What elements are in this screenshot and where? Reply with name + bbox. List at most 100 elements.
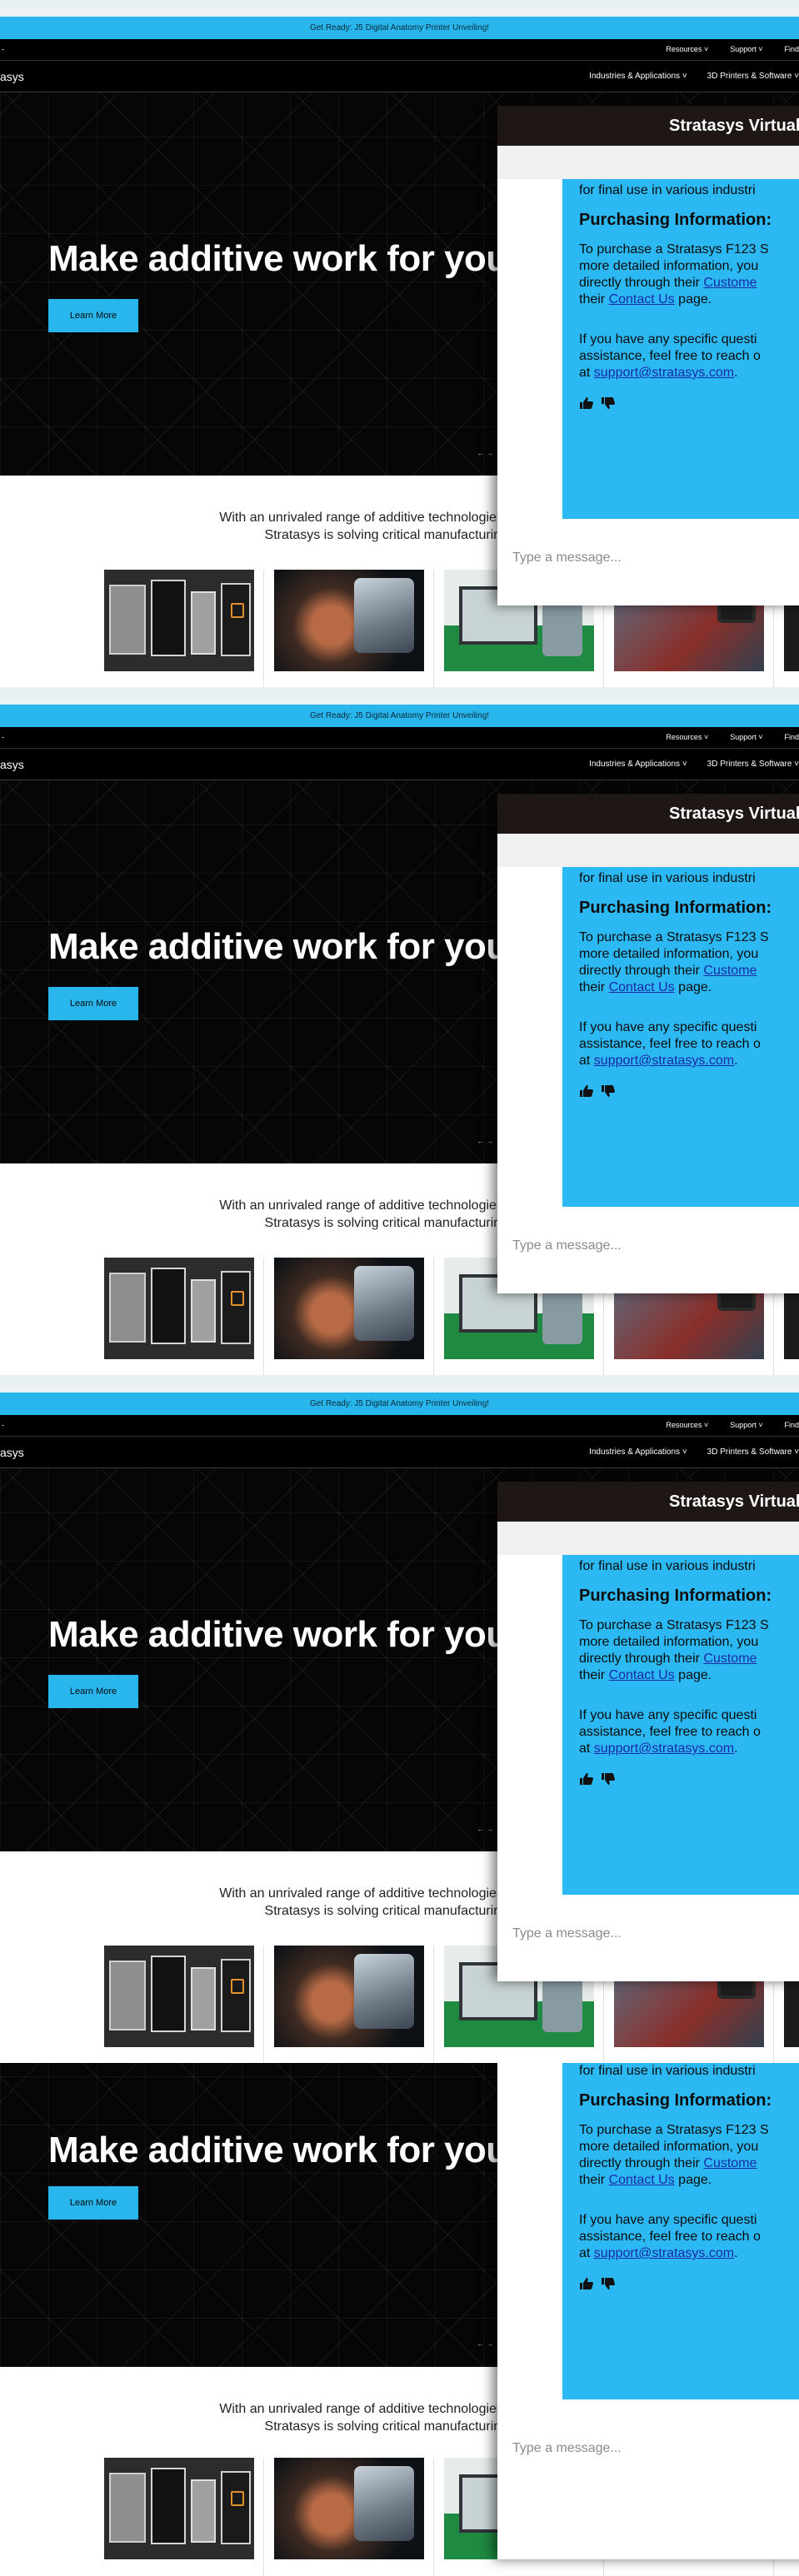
message-text: assistance, feel free to reach o bbox=[579, 2230, 761, 2244]
message-text: . bbox=[734, 1054, 738, 1068]
printers-software-menu[interactable]: 3D Printers & Software ˅ bbox=[707, 72, 799, 81]
message-text: their bbox=[579, 2173, 609, 2187]
resources-menu[interactable]: Resources ˅ bbox=[666, 1421, 708, 1429]
message-text: at support@stratasys.com. bbox=[579, 1053, 799, 1069]
carousel-arrows[interactable]: ← → bbox=[477, 2339, 494, 2348]
contact-us-link[interactable]: Contact Us bbox=[609, 1668, 675, 1682]
thumbs-down-icon[interactable] bbox=[601, 1084, 616, 1103]
resources-menu[interactable]: Resources ˅ bbox=[666, 733, 708, 741]
chat-subheader bbox=[497, 146, 799, 179]
contact-us-link[interactable]: Contact Us bbox=[609, 292, 675, 306]
message-text: directly through their Custome bbox=[579, 963, 799, 979]
announcement-bar[interactable]: Get Ready: J5 Digital Anatomy Printer Un… bbox=[0, 1393, 799, 1415]
chat-widget: Stratasys Virtual for final use in vario… bbox=[497, 794, 799, 1293]
utility-left-glyph: - bbox=[2, 1421, 4, 1429]
chat-message-input[interactable]: Type a message... bbox=[512, 551, 622, 566]
carousel-arrows[interactable]: ← → bbox=[477, 1825, 494, 1833]
message-text: directly through their Custome bbox=[579, 275, 799, 291]
find-link[interactable]: Find bbox=[784, 1421, 799, 1429]
customer-link[interactable]: Custome bbox=[703, 2156, 757, 2170]
thumbs-up-icon[interactable] bbox=[579, 1084, 594, 1103]
message-partial-line: for final use in various industri bbox=[579, 871, 756, 885]
chat-header: Stratasys Virtual bbox=[497, 794, 799, 834]
thumbs-up-icon[interactable] bbox=[579, 2277, 594, 2295]
customer-link[interactable]: Custome bbox=[703, 964, 757, 978]
carousel-arrows[interactable]: ← → bbox=[477, 1137, 494, 1145]
message-text: their Contact Us page. bbox=[579, 2172, 799, 2189]
find-link[interactable]: Find bbox=[784, 733, 799, 741]
screenshot-frame-1: Get Ready: J5 Digital Anatomy Printer Un… bbox=[0, 17, 799, 687]
thumbs-up-icon[interactable] bbox=[579, 396, 594, 415]
thumbs-down-icon[interactable] bbox=[601, 2277, 616, 2295]
thumb-printer-lineup[interactable] bbox=[104, 570, 254, 671]
message-text: assistance, feel free to reach o bbox=[579, 1725, 761, 1739]
thumbs-down-icon[interactable] bbox=[601, 396, 616, 415]
thumb-printed-part[interactable] bbox=[274, 1258, 424, 1359]
message-partial-line: for final use in various industri bbox=[579, 183, 756, 197]
stratasys-logo[interactable]: asys bbox=[0, 758, 24, 771]
thumb-printed-part[interactable] bbox=[274, 1946, 424, 2047]
message-text: . bbox=[734, 366, 738, 380]
customer-link[interactable]: Custome bbox=[703, 1652, 757, 1666]
carousel-arrows[interactable]: ← → bbox=[477, 449, 494, 457]
contact-us-link[interactable]: Contact Us bbox=[609, 980, 675, 994]
chat-subheader bbox=[497, 834, 799, 867]
divider bbox=[263, 2458, 264, 2576]
customer-link[interactable]: Custome bbox=[703, 276, 757, 290]
chat-message: for final use in various industri Purcha… bbox=[562, 867, 799, 1207]
support-menu[interactable]: Support ˅ bbox=[730, 1421, 762, 1429]
industries-menu[interactable]: Industries & Applications ˅ bbox=[589, 1447, 687, 1457]
support-email-link[interactable]: support@stratasys.com bbox=[594, 1054, 734, 1068]
message-text: If you have any specific questi bbox=[579, 332, 757, 346]
printers-software-menu[interactable]: 3D Printers & Software ˅ bbox=[707, 760, 799, 769]
support-email-link[interactable]: support@stratasys.com bbox=[594, 366, 734, 380]
message-text: page. bbox=[674, 2173, 712, 2187]
learn-more-button[interactable]: Learn More bbox=[48, 299, 138, 332]
support-menu[interactable]: Support ˅ bbox=[730, 733, 762, 741]
chat-message-input[interactable]: Type a message... bbox=[512, 1238, 622, 1253]
message-partial-line: for final use in various industri bbox=[579, 2064, 756, 2078]
chat-message-input[interactable]: Type a message... bbox=[512, 1926, 622, 1941]
message-text: directly through their bbox=[579, 2156, 704, 2170]
support-email-link[interactable]: support@stratasys.com bbox=[594, 2246, 734, 2260]
industries-menu[interactable]: Industries & Applications ˅ bbox=[589, 760, 687, 769]
thumb-printer-lineup[interactable] bbox=[104, 2458, 254, 2559]
stratasys-logo[interactable]: asys bbox=[0, 1446, 24, 1459]
message-text: at bbox=[579, 2246, 594, 2260]
learn-more-button[interactable]: Learn More bbox=[48, 1675, 138, 1708]
utility-left-glyph: - bbox=[2, 45, 4, 53]
message-text: To purchase a Stratasys F123 S bbox=[579, 930, 769, 944]
support-email-link[interactable]: support@stratasys.com bbox=[594, 1741, 734, 1756]
chat-message-input[interactable]: Type a message... bbox=[512, 2441, 622, 2456]
message-text: their Contact Us page. bbox=[579, 291, 799, 308]
thumb-printed-part[interactable] bbox=[274, 570, 424, 671]
announcement-text[interactable]: Get Ready: J5 Digital Anatomy Printer Un… bbox=[310, 23, 489, 32]
resources-menu[interactable]: Resources ˅ bbox=[666, 45, 708, 53]
learn-more-button[interactable]: Learn More bbox=[48, 987, 138, 1020]
message-text: To purchase a Stratasys F123 S bbox=[579, 2123, 769, 2137]
thumbs-down-icon[interactable] bbox=[601, 1772, 616, 1791]
page: Get Ready: J5 Digital Anatomy Printer Un… bbox=[0, 0, 799, 2576]
chat-message: for final use in various industri Purcha… bbox=[562, 1555, 799, 1895]
divider bbox=[263, 1258, 264, 1375]
thumbs-up-icon[interactable] bbox=[579, 1772, 594, 1791]
message-text: at support@stratasys.com. bbox=[579, 365, 799, 381]
stratasys-logo[interactable]: asys bbox=[0, 70, 24, 83]
industries-menu[interactable]: Industries & Applications ˅ bbox=[589, 72, 687, 81]
divider bbox=[263, 570, 264, 687]
printers-software-menu[interactable]: 3D Printers & Software ˅ bbox=[707, 1447, 799, 1457]
announcement-text[interactable]: Get Ready: J5 Digital Anatomy Printer Un… bbox=[310, 711, 489, 720]
announcement-bar[interactable]: Get Ready: J5 Digital Anatomy Printer Un… bbox=[0, 17, 799, 39]
thumb-printer-lineup[interactable] bbox=[104, 1946, 254, 2047]
thumb-printer-lineup[interactable] bbox=[104, 1258, 254, 1359]
divider bbox=[433, 2458, 434, 2576]
message-text: directly through their Custome bbox=[579, 2155, 799, 2172]
find-link[interactable]: Find bbox=[784, 45, 799, 53]
contact-us-link[interactable]: Contact Us bbox=[609, 2173, 675, 2187]
announcement-bar[interactable]: Get Ready: J5 Digital Anatomy Printer Un… bbox=[0, 705, 799, 727]
support-menu[interactable]: Support ˅ bbox=[730, 45, 762, 53]
announcement-text[interactable]: Get Ready: J5 Digital Anatomy Printer Un… bbox=[310, 1399, 489, 1408]
thumb-printed-part[interactable] bbox=[274, 2458, 424, 2559]
message-text: page. bbox=[674, 980, 712, 994]
learn-more-button[interactable]: Learn More bbox=[48, 2186, 138, 2220]
